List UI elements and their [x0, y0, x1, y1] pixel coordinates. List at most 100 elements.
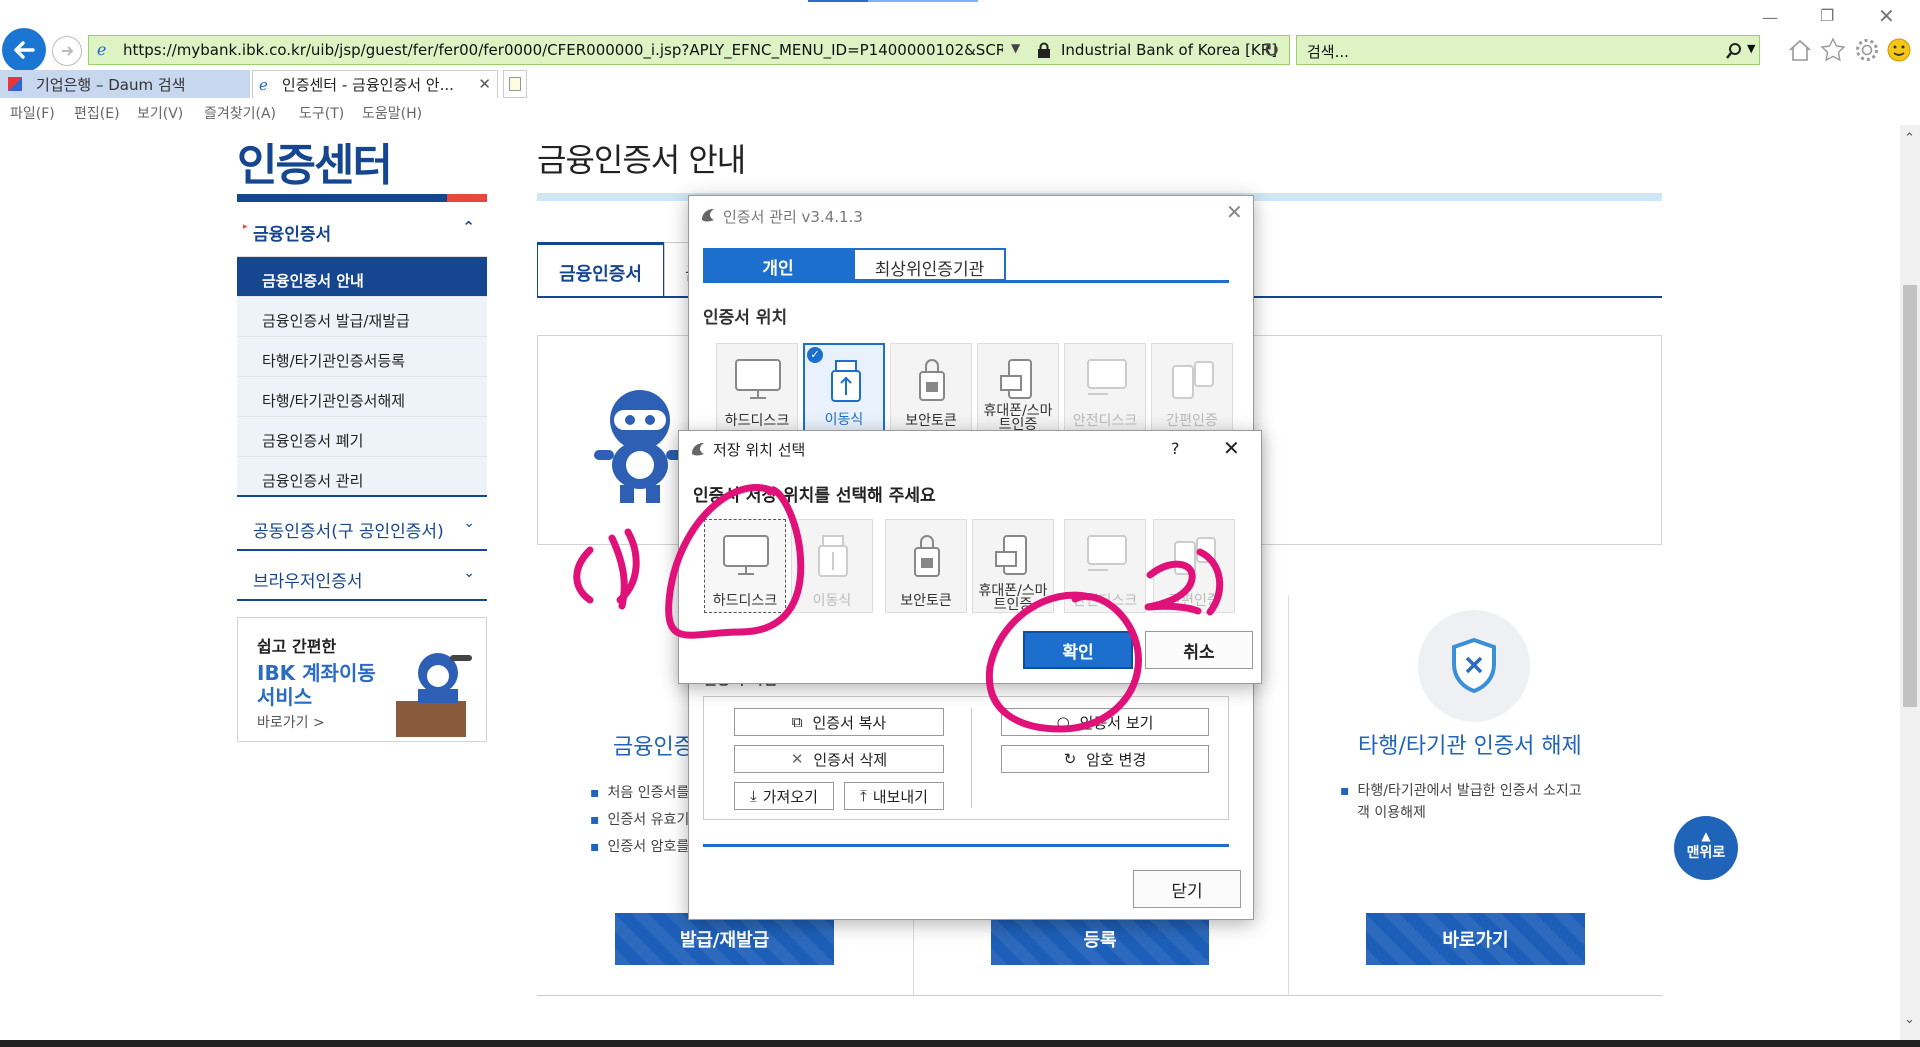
ok-button[interactable]: 확인 — [1023, 631, 1133, 669]
menu-tools[interactable]: 도구(T) — [299, 103, 344, 123]
location-removable[interactable]: ✓ 이동식 — [803, 343, 885, 433]
sidebar-section-financial[interactable]: ▸ 금융인증서 ⌃ — [237, 202, 487, 257]
go-button[interactable]: 바로가기 — [1366, 913, 1585, 965]
location-phone[interactable]: 휴대폰/스마트인증 — [977, 343, 1059, 433]
tab-personal[interactable]: 개인 — [703, 248, 853, 281]
menu-file[interactable]: 파일(F) — [10, 103, 55, 123]
tab-label: 인증센터 - 금융인증서 안... — [281, 76, 454, 94]
sidebar-section-joint[interactable]: 공동인증서(구 공인인증서) ⌄ — [237, 501, 487, 551]
save-location-removable[interactable]: 이동식 — [791, 519, 873, 613]
restore-icon[interactable]: ❐ — [1820, 6, 1834, 25]
section-label: 금융인증서 — [253, 225, 332, 245]
usb-icon — [831, 360, 861, 402]
ie-page-icon: ℯ — [97, 40, 107, 59]
scroll-up-arrow-icon[interactable]: ⌃ — [1904, 131, 1915, 146]
feedback-smiley-icon[interactable] — [1886, 37, 1912, 63]
tab-daum-search[interactable]: 기업은행 – Daum 검색 — [0, 70, 250, 98]
tab-financial-cert[interactable]: 금융인증서 — [537, 242, 664, 297]
menu-edit[interactable]: 편집(E) — [74, 103, 120, 123]
view-cert-button[interactable]: ○ 인증서 보기 — [1001, 708, 1209, 736]
favorites-star-icon[interactable] — [1820, 37, 1846, 63]
sidebar-item-revoke[interactable]: 금융인증서 폐기 — [237, 417, 487, 457]
safe-disk-icon — [1087, 359, 1127, 395]
site-identity[interactable]: Industrial Bank of Korea [KR] — [1061, 41, 1277, 59]
sidebar-item-manage[interactable]: 금융인증서 관리 — [237, 457, 487, 497]
phone-icon — [995, 535, 1027, 575]
tab-root-ca[interactable]: 최상위인증기관 — [853, 248, 1006, 281]
browser-chrome: — ❐ ✕ ℯ https://mybank.ibk.co.kr/uib/jsp… — [0, 0, 1920, 125]
save-location-phone[interactable]: 휴대폰/스마트인증 — [972, 519, 1054, 613]
save-location-harddisk[interactable]: 하드디스크 — [704, 519, 786, 613]
search-dropdown-icon[interactable]: ▼ — [1747, 42, 1755, 55]
back-arrow-icon — [14, 41, 35, 59]
taskbar-edge — [0, 1040, 1920, 1047]
col1-heading: 금융인증 — [613, 735, 694, 760]
scrollbar-thumb[interactable] — [1903, 285, 1917, 707]
sidebar-item-cert-info[interactable]: 금융인증서 안내 — [237, 257, 487, 297]
footer-divider — [703, 844, 1229, 847]
refresh-icon[interactable]: ↻ — [1263, 38, 1280, 62]
address-bar[interactable]: ℯ https://mybank.ibk.co.kr/uib/jsp/guest… — [88, 35, 1290, 65]
settings-gear-icon[interactable] — [1854, 37, 1880, 63]
issue-button[interactable]: 발급/재발급 — [615, 913, 834, 965]
delete-cert-button[interactable]: ✕ 인증서 삭제 — [734, 745, 944, 773]
save-location-simple-auth[interactable]: 간편인증 — [1153, 519, 1235, 613]
menu-view[interactable]: 보기(V) — [137, 103, 183, 123]
import-button[interactable]: ⤓ 가져오기 — [734, 782, 834, 810]
save-location-dialog: 저장 위치 선택 ? ✕ 인증서 저장 위치를 선택해 주세요 하드디스크 이동… — [678, 430, 1262, 684]
scroll-top-button[interactable]: ▲ 맨위로 — [1674, 816, 1738, 880]
help-icon[interactable]: ? — [1171, 439, 1180, 458]
sidebar-item-issue[interactable]: 금융인증서 발급/재발급 — [237, 297, 487, 337]
simple-auth-icon — [1172, 361, 1214, 399]
tab-close-icon[interactable]: ✕ — [478, 75, 491, 93]
location-security-token[interactable]: 보안토큰 — [890, 343, 972, 433]
search-icon[interactable] — [1725, 42, 1743, 60]
window-close-icon[interactable]: ✕ — [1878, 4, 1895, 28]
dialog-title: 저장 위치 선택 — [713, 441, 806, 459]
new-tab-button[interactable] — [503, 70, 527, 98]
home-icon[interactable] — [1787, 38, 1813, 62]
location-harddisk[interactable]: 하드디스크 — [716, 343, 798, 433]
sidebar-section-browser[interactable]: 브라우저인증서 ⌄ — [237, 551, 487, 601]
download-icon: ⤓ — [750, 787, 757, 805]
register-button[interactable]: 등록 — [991, 913, 1209, 965]
scroll-down-arrow-icon[interactable]: ⌄ — [1904, 1012, 1915, 1027]
app-logo-icon — [692, 443, 704, 456]
sidebar-item-register[interactable]: 타행/타기관인증서등록 — [237, 337, 487, 377]
change-password-button[interactable]: ↻ 암호 변경 — [1001, 745, 1209, 773]
address-url[interactable]: https://mybank.ibk.co.kr/uib/jsp/guest/f… — [123, 41, 1003, 59]
lock-icon[interactable] — [1037, 42, 1051, 58]
banner-line1: 쉽고 간편한 — [257, 637, 337, 656]
forward-button[interactable] — [52, 36, 82, 66]
address-dropdown-icon[interactable]: ▼ — [1011, 41, 1020, 55]
menu-favorites[interactable]: 즐겨찾기(A) — [204, 103, 276, 123]
dialog-title: 인증서 관리 v3.4.1.3 — [723, 208, 863, 226]
page-scrollbar[interactable]: ⌃ ⌄ — [1900, 125, 1920, 1040]
close-button[interactable]: 닫기 — [1133, 870, 1241, 908]
location-safe-disk[interactable]: 안전디스크 — [1064, 343, 1146, 433]
save-location-security-token[interactable]: 보안토큰 — [885, 519, 967, 613]
search-box[interactable]: 검색... ▼ — [1296, 35, 1760, 65]
cancel-button[interactable]: 취소 — [1145, 631, 1253, 669]
back-button[interactable] — [2, 28, 46, 72]
shield-circle — [1418, 610, 1530, 722]
export-button[interactable]: ⤒ 내보내기 — [844, 782, 944, 810]
ibk-transfer-banner[interactable]: 쉽고 간편한 IBK 계좌이동 서비스 바로가기 > — [237, 617, 487, 742]
menu-help[interactable]: 도움말(H) — [362, 103, 422, 123]
usb-icon — [818, 535, 848, 577]
copy-cert-button[interactable]: ⧉ 인증서 복사 — [734, 708, 944, 736]
menu-bar: 파일(F) 편집(E) 보기(V) 즐겨찾기(A) 도구(T) 도움말(H) — [0, 100, 1920, 124]
monitor-icon — [723, 535, 769, 575]
app-logo-icon — [702, 209, 714, 222]
sidebar-item-unregister[interactable]: 타행/타기관인증서해제 — [237, 377, 487, 417]
sidebar-title: 인증센터 — [237, 140, 393, 191]
location-simple-auth[interactable]: 간편인증 — [1151, 343, 1233, 433]
banner-link[interactable]: 바로가기 > — [257, 712, 325, 732]
section-divider — [537, 995, 1662, 996]
daum-favicon-icon — [8, 77, 22, 91]
dialog-close-icon[interactable]: ✕ — [1226, 200, 1243, 224]
minimize-icon[interactable]: — — [1762, 8, 1778, 27]
dialog-close-icon[interactable]: ✕ — [1223, 436, 1240, 460]
tab-cert-center[interactable]: ℯ 인증센터 - 금융인증서 안... ✕ — [252, 70, 498, 98]
save-location-safe-disk[interactable]: 안전디스크 — [1064, 519, 1146, 613]
